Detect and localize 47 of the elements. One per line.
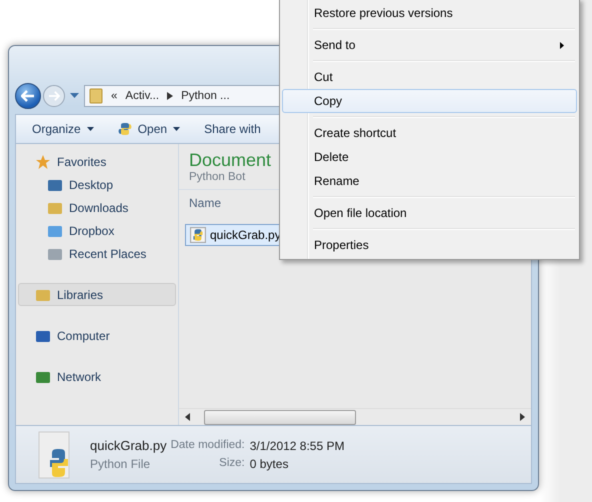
toolbar-button[interactable]: Organize [24,118,102,140]
library-subtitle: Python Bot [189,171,246,183]
star-icon [35,154,51,170]
chevron-icon [167,92,174,100]
caret-icon[interactable] [70,93,79,99]
menu-item[interactable]: Open file location [282,201,577,225]
breadcrumb-item[interactable]: « [111,90,118,102]
python-file-icon [38,430,72,478]
sidebar-item[interactable]: Favorites [18,150,176,173]
sidebar-item[interactable]: Downloads [18,196,176,219]
sidebar-item[interactable]: Libraries [18,283,176,306]
file-type: Python File [90,457,152,471]
breadcrumb-item[interactable]: Activ... [125,90,160,102]
back-arrow-icon [21,90,35,102]
sidebar-item[interactable]: Desktop [18,173,176,196]
menu-item[interactable]: Create shortcut [282,121,577,145]
detail-value: 3/1/2012 8:55 PM [250,438,344,452]
python-icon [118,122,132,136]
menu-item[interactable]: Delete [282,145,577,169]
horizontal-scrollbar[interactable] [179,408,531,425]
caret-icon [86,127,94,131]
back-button[interactable] [15,83,41,109]
sidebar-item[interactable]: Computer [18,324,176,347]
sidebar-item[interactable]: Recent Places [18,242,176,265]
sidebar-item[interactable]: Network [18,365,176,388]
menu-item[interactable]: Send to [282,33,577,57]
detail-label: Date modified: [170,438,245,452]
caret-icon [173,127,180,131]
scroll-left-icon[interactable] [185,413,190,421]
python-file-icon [190,227,206,243]
submenu-arrow-icon [560,42,564,48]
forward-arrow-icon [48,91,60,101]
breadcrumb-item[interactable]: Python ... [181,90,230,102]
file-name: quickGrab.py [90,438,167,453]
menu-item[interactable]: Copy [282,89,577,113]
detail-value: 0 bytes [250,456,290,470]
menu-item[interactable]: Cut [282,65,577,89]
detail-label: Size: [218,456,245,470]
scroll-right-icon[interactable] [520,413,525,421]
toolbar-button[interactable]: Share with [196,118,269,140]
toolbar-button[interactable]: Open [110,118,188,140]
menu-item[interactable]: Restore previous versions [282,1,577,25]
menu-item[interactable]: Rename [282,169,577,193]
sidebar-item[interactable]: Dropbox [18,219,176,242]
column-header[interactable]: Name [189,196,222,210]
library-title: Document [189,150,272,171]
menu-item[interactable]: Properties [282,233,577,257]
